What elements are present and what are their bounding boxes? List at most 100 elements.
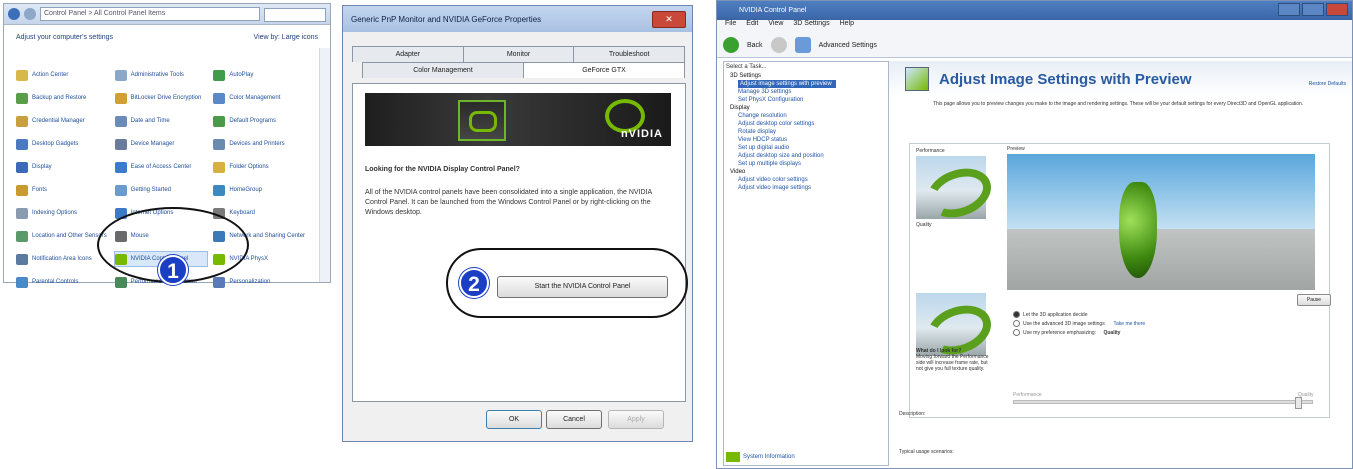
tree-category[interactable]: 3D Settings: [724, 72, 888, 80]
slider-knob[interactable]: [1295, 397, 1302, 409]
cp-item[interactable]: Ease of Access Center: [114, 160, 208, 174]
tree-item[interactable]: Adjust video image settings: [724, 184, 888, 192]
tab-geforce-gtx[interactable]: GeForce GTX: [523, 62, 685, 78]
cp-item[interactable]: Device Manager: [114, 137, 208, 151]
pause-button[interactable]: Pause: [1297, 294, 1331, 306]
forward-arrow-icon[interactable]: [770, 37, 787, 53]
tree-item[interactable]: Set up multiple displays: [724, 160, 888, 168]
cp-item[interactable]: AutoPlay: [213, 68, 306, 82]
cp-item[interactable]: Devices and Printers: [213, 137, 306, 151]
performance-label: Performance: [916, 148, 945, 154]
tree-item[interactable]: Adjust image settings with preview: [738, 80, 836, 88]
tree-item[interactable]: View HDCP status: [724, 136, 888, 144]
cp-item[interactable]: Desktop Gadgets: [16, 137, 109, 151]
cp-item-label: Date and Time: [130, 118, 170, 124]
option-advanced-label: Use the advanced 3D image settings: [1023, 320, 1105, 327]
cp-item[interactable]: Action Center: [16, 68, 109, 82]
cp-item[interactable]: Credential Manager: [16, 114, 109, 128]
cp-item[interactable]: Date and Time: [114, 114, 208, 128]
address-bar: Control Panel > All Control Panel Items: [4, 4, 330, 25]
radio-icon: [1013, 320, 1020, 327]
menu-edit[interactable]: Edit: [746, 20, 758, 33]
toolbar: Back Advanced Settings: [717, 33, 1352, 58]
cp-header: Adjust your computer's settings View by:…: [4, 25, 330, 49]
cancel-button[interactable]: Cancel: [546, 410, 602, 429]
cp-item-icon: [114, 184, 127, 196]
tab-monitor[interactable]: Monitor: [462, 46, 575, 62]
option-app-decide[interactable]: Let the 3D application decide: [1013, 310, 1145, 319]
menu-3d-settings[interactable]: 3D Settings: [793, 20, 829, 33]
tree-item[interactable]: Set up digital audio: [724, 144, 888, 152]
search-input[interactable]: [264, 8, 326, 22]
cp-item-icon: [114, 69, 127, 81]
cp-item[interactable]: Notification Area Icons: [16, 252, 109, 266]
back-icon[interactable]: [8, 8, 20, 20]
3d-preview[interactable]: [1007, 154, 1315, 290]
cp-item[interactable]: Default Programs: [213, 114, 306, 128]
cp-item[interactable]: HomeGroup: [213, 183, 306, 197]
cp-item[interactable]: Fonts: [16, 183, 109, 197]
tree-item[interactable]: Rotate display: [724, 128, 888, 136]
tree-item[interactable]: Manage 3D settings: [724, 88, 888, 96]
menu-bar: File Edit View 3D Settings Help: [717, 20, 1352, 33]
apply-button[interactable]: Apply: [608, 410, 664, 429]
tree-item[interactable]: Adjust desktop color settings: [724, 120, 888, 128]
minimize-button[interactable]: [1278, 3, 1300, 16]
cp-item-icon: [16, 184, 28, 196]
home-icon[interactable]: [794, 37, 811, 53]
tab-adapter[interactable]: Adapter: [352, 46, 464, 62]
tab-troubleshoot[interactable]: Troubleshoot: [573, 46, 686, 62]
system-information-link[interactable]: System Information: [726, 452, 795, 462]
cp-item[interactable]: Getting Started: [114, 183, 208, 197]
menu-help[interactable]: Help: [840, 20, 854, 33]
cp-item-label: Location and Other Sensors: [32, 233, 107, 239]
address-field[interactable]: Control Panel > All Control Panel Items: [40, 7, 260, 21]
cp-item[interactable]: Folder Options: [213, 160, 306, 174]
close-button[interactable]: ✕: [652, 11, 686, 28]
cp-item-label: Default Programs: [229, 118, 277, 124]
advanced-settings-button[interactable]: Advanced Settings: [819, 42, 877, 49]
cp-item[interactable]: Color Management: [213, 91, 306, 105]
cp-item-label: Administrative Tools: [130, 72, 184, 78]
cp-item-label: Color Management: [229, 95, 281, 101]
scrollbar[interactable]: [319, 48, 330, 282]
quality-slider[interactable]: [1013, 397, 1313, 409]
option-preference[interactable]: Use my preference emphasizing: Quality: [1013, 328, 1145, 337]
ok-button[interactable]: OK: [486, 410, 542, 429]
menu-file[interactable]: File: [725, 20, 736, 33]
tab-strip: Adapter Monitor Troubleshoot Color Manag…: [352, 46, 686, 78]
quality-label: Quality: [916, 222, 932, 228]
cp-item-icon: [16, 230, 28, 242]
menu-view[interactable]: View: [768, 20, 783, 33]
cp-item[interactable]: Indexing Options: [16, 206, 109, 220]
cp-item-icon: [16, 69, 28, 81]
close-button[interactable]: [1326, 3, 1348, 16]
back-arrow-icon[interactable]: [723, 37, 739, 53]
start-nvidia-control-panel-button[interactable]: Start the NVIDIA Control Panel: [497, 276, 668, 298]
cp-item[interactable]: BitLocker Drive Encryption: [114, 91, 208, 105]
cp-item[interactable]: Personalization: [213, 275, 306, 289]
take-me-there-link[interactable]: Take me there: [1114, 321, 1146, 327]
cp-item-label: AutoPlay: [229, 72, 254, 78]
tree-item[interactable]: Set PhysX Configuration: [724, 96, 888, 104]
slider-right-label: Quality: [1298, 392, 1314, 398]
forward-icon[interactable]: [24, 8, 36, 20]
option-advanced[interactable]: Use the advanced 3D image settings Take …: [1013, 319, 1145, 328]
view-by-dropdown[interactable]: View by: Large icons: [254, 34, 318, 41]
tree-item[interactable]: Adjust video color settings: [724, 176, 888, 184]
cp-item[interactable]: Location and Other Sensors: [16, 229, 109, 243]
cp-item-label: Parental Controls: [32, 279, 79, 285]
tree-item[interactable]: Change resolution: [724, 112, 888, 120]
cp-item[interactable]: Backup and Restore: [16, 91, 109, 105]
back-label[interactable]: Back: [747, 42, 763, 49]
tree-item[interactable]: Adjust desktop size and position: [724, 152, 888, 160]
cp-item[interactable]: Display: [16, 160, 109, 174]
page-description: This page allows you to preview changes …: [933, 101, 1304, 107]
restore-defaults-link[interactable]: Restore Defaults: [1309, 81, 1346, 87]
tree-category[interactable]: Video: [724, 168, 888, 176]
cp-item[interactable]: Parental Controls: [16, 275, 109, 289]
tree-category[interactable]: Display: [724, 104, 888, 112]
maximize-button[interactable]: [1302, 3, 1324, 16]
tab-color-management[interactable]: Color Management: [362, 62, 524, 78]
cp-item[interactable]: Administrative Tools: [114, 68, 208, 82]
